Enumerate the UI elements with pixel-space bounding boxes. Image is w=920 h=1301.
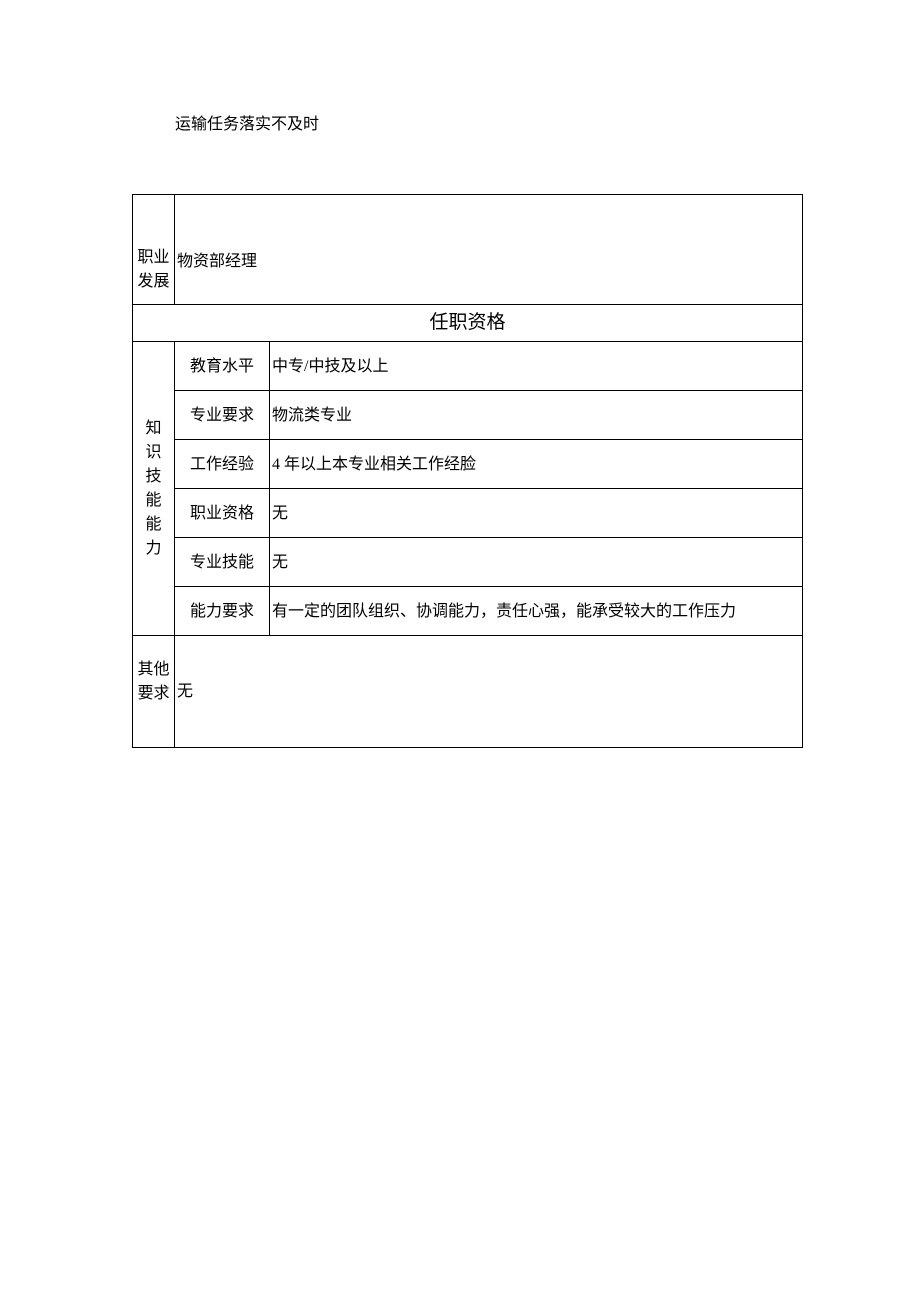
knowledge-row-2: 工作经验 4 年以上本专业相关工作经脸 bbox=[133, 440, 803, 489]
career-value: 物资部经理 bbox=[175, 195, 803, 305]
knowledge-row-5: 能力要求 有一定的团队组织、协调能力，责任心强，能承受较大的工作压力 bbox=[133, 587, 803, 636]
knowledge-sublabel-1: 专业要求 bbox=[175, 391, 270, 440]
knowledge-label-c3: 技 bbox=[135, 465, 172, 489]
career-label: 职业 发展 bbox=[133, 242, 174, 298]
other-value: 无 bbox=[175, 636, 803, 748]
knowledge-value-5: 有一定的团队组织、协调能力，责任心强，能承受较大的工作压力 bbox=[270, 587, 803, 636]
qualification-table: 职业 发展 物资部经理 任职资格 知 识 技 能 能 力 教育水平 中专 bbox=[132, 194, 803, 748]
knowledge-sublabel-4: 专业技能 bbox=[175, 538, 270, 587]
other-label: 其他 要求 bbox=[133, 654, 174, 710]
knowledge-label-c4: 能 bbox=[135, 489, 172, 513]
career-label-cell: 职业 发展 bbox=[133, 195, 175, 305]
section-header-row: 任职资格 bbox=[133, 305, 803, 342]
knowledge-value-3: 无 bbox=[270, 489, 803, 538]
knowledge-label-cell: 知 识 技 能 能 力 bbox=[133, 342, 175, 636]
other-row: 其他 要求 无 bbox=[133, 636, 803, 748]
other-label-line1: 其他 bbox=[135, 658, 172, 682]
knowledge-label: 知 识 技 能 能 力 bbox=[133, 413, 174, 565]
other-label-cell: 其他 要求 bbox=[133, 636, 175, 748]
knowledge-label-c2: 识 bbox=[135, 441, 172, 465]
qualification-table-wrap: 职业 发展 物资部经理 任职资格 知 识 技 能 能 力 教育水平 中专 bbox=[132, 194, 803, 748]
knowledge-label-c5: 能 bbox=[135, 513, 172, 537]
section-header: 任职资格 bbox=[133, 305, 803, 342]
knowledge-value-0: 中专/中技及以上 bbox=[270, 342, 803, 391]
knowledge-value-2: 4 年以上本专业相关工作经脸 bbox=[270, 440, 803, 489]
career-label-line1: 职业 bbox=[135, 246, 172, 270]
knowledge-value-4: 无 bbox=[270, 538, 803, 587]
knowledge-row-4: 专业技能 无 bbox=[133, 538, 803, 587]
other-label-line2: 要求 bbox=[135, 682, 172, 706]
career-row: 职业 发展 物资部经理 bbox=[133, 195, 803, 305]
knowledge-sublabel-0: 教育水平 bbox=[175, 342, 270, 391]
header-text: 运输任务落实不及时 bbox=[0, 0, 920, 134]
knowledge-label-c1: 知 bbox=[135, 417, 172, 441]
knowledge-row-1: 专业要求 物流类专业 bbox=[133, 391, 803, 440]
knowledge-label-c6: 力 bbox=[135, 537, 172, 561]
career-label-line2: 发展 bbox=[135, 270, 172, 294]
knowledge-sublabel-3: 职业资格 bbox=[175, 489, 270, 538]
knowledge-row-3: 职业资格 无 bbox=[133, 489, 803, 538]
knowledge-sublabel-5: 能力要求 bbox=[175, 587, 270, 636]
knowledge-sublabel-2: 工作经验 bbox=[175, 440, 270, 489]
knowledge-row-0: 知 识 技 能 能 力 教育水平 中专/中技及以上 bbox=[133, 342, 803, 391]
knowledge-value-1: 物流类专业 bbox=[270, 391, 803, 440]
